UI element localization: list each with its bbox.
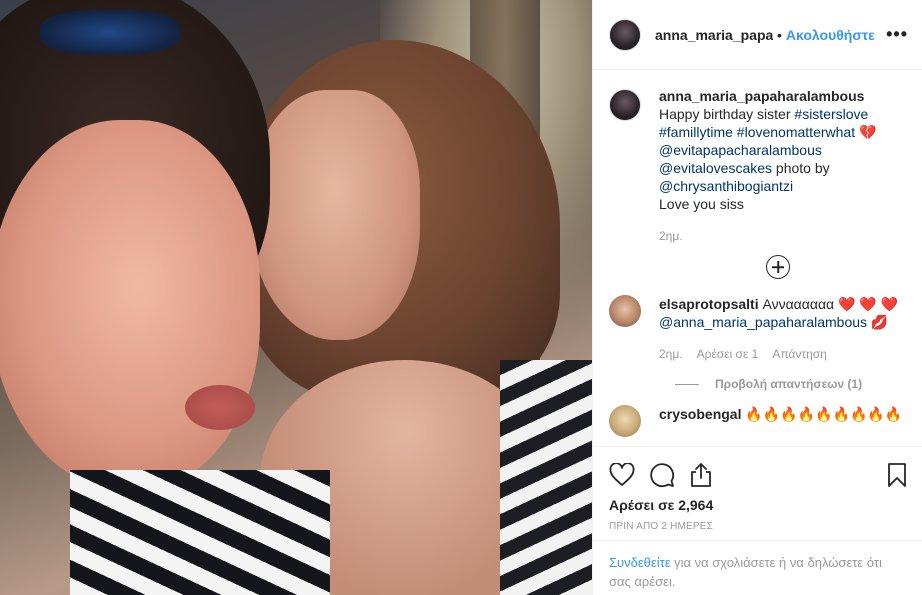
login-link[interactable]: Συνδεθείτε <box>609 555 671 570</box>
post-side-panel: anna_maria_papah: • Ακολουθήστε ••• anna… <box>592 0 922 595</box>
share-icon[interactable] <box>689 462 713 488</box>
comment-likes[interactable]: Αρέσει σε 1 <box>697 345 759 363</box>
kiss-emoji: 💋 <box>870 314 889 330</box>
mention-evitapapacharalambous[interactable]: @evitapapacharalambous <box>659 142 822 158</box>
photo-face-left <box>0 120 260 490</box>
caption-text: Happy birthday sister <box>659 106 795 122</box>
author-avatar[interactable] <box>609 18 641 51</box>
hearts-emoji: ❤️ ❤️ ❤️ <box>838 296 899 312</box>
bookmark-icon[interactable] <box>887 462 907 488</box>
comment-icon[interactable] <box>649 462 675 488</box>
heart-icon[interactable] <box>609 463 635 487</box>
post-photo[interactable] <box>0 0 592 595</box>
hashtag-lovenomatterwhat[interactable]: #lovenomatterwhat <box>737 124 855 140</box>
comment-text: 🔥🔥🔥🔥🔥🔥🔥🔥🔥 <box>741 406 903 422</box>
comment-age[interactable]: 2ημ. <box>659 345 683 363</box>
caption-body: anna_maria_papaharalambous Happy birthda… <box>659 87 907 245</box>
comment-mention[interactable]: @anna_maria_papaharalambous <box>659 314 867 330</box>
commenter-username[interactable]: crysobengal <box>659 406 741 422</box>
login-prompt: Συνδεθείτε για να σχολιάσετε ή να δηλώσε… <box>593 540 922 595</box>
view-replies-label[interactable]: Προβολή απαντήσεων (1) <box>715 377 862 391</box>
load-more-comments[interactable] <box>609 255 907 279</box>
photo-stripes-left <box>70 470 330 595</box>
actions-bar: Αρέσει σε 2,964 ΠΡΙΝ ΑΠΟ 2 ΗΜΕΡΕΣ <box>593 446 922 532</box>
comment-meta: 2ημ. Αρέσει σε 1 Απάντηση <box>659 345 907 363</box>
reply-button[interactable]: Απάντηση <box>772 345 827 363</box>
more-options-icon[interactable]: ••• <box>886 24 908 45</box>
replies-divider <box>675 383 699 385</box>
hashtag-sisterslove[interactable]: #sisterslove <box>794 106 868 122</box>
photo-stripes-right <box>500 360 592 595</box>
comment-body: crysobengal 🔥🔥🔥🔥🔥🔥🔥🔥🔥 <box>659 405 907 423</box>
photo-face-right <box>250 90 420 340</box>
comments-section[interactable]: anna_maria_papaharalambous Happy birthda… <box>593 71 922 446</box>
commenter-avatar[interactable] <box>609 295 641 327</box>
likes-count[interactable]: Αρέσει σε 2,964 <box>609 497 907 513</box>
follow-button[interactable]: Ακολουθήστε <box>786 27 875 43</box>
hashtag-famillytime[interactable]: #famillytime <box>659 124 733 140</box>
caption-photo-by: photo by <box>772 160 830 176</box>
post-header: anna_maria_papah: • Ακολουθήστε ••• <box>593 0 922 70</box>
caption-age[interactable]: 2ημ. <box>659 227 683 245</box>
commenter-username[interactable]: elsaprotopsalti <box>659 296 759 312</box>
separator-dot: • <box>777 26 782 43</box>
comment-body: elsaprotopsalti Ανναααααα ❤️ ❤️ ❤️ @anna… <box>659 295 907 363</box>
caption-username[interactable]: anna_maria_papaharalambous <box>659 88 864 104</box>
commenter-avatar[interactable] <box>609 405 641 437</box>
view-replies-button[interactable]: Προβολή απαντήσεων (1) <box>675 377 907 391</box>
comment-item: elsaprotopsalti Ανναααααα ❤️ ❤️ ❤️ @anna… <box>609 295 907 363</box>
caption-closing: Love you siss <box>659 196 744 212</box>
photo-lips <box>185 385 255 430</box>
caption-avatar[interactable] <box>609 89 641 121</box>
action-icons <box>609 455 907 495</box>
author-username[interactable]: anna_maria_papah: <box>655 27 773 43</box>
mention-chrysanthibogiantzi[interactable]: @chrysanthibogiantzi <box>659 178 793 194</box>
broken-heart-emoji: 💔 <box>858 124 877 140</box>
comment-text: Ανναααααα <box>758 296 839 312</box>
photo-sunglasses <box>40 10 180 55</box>
comment-item: crysobengal 🔥🔥🔥🔥🔥🔥🔥🔥🔥 <box>609 405 907 437</box>
plus-circle-icon[interactable] <box>766 255 790 279</box>
caption: anna_maria_papaharalambous Happy birthda… <box>609 87 907 245</box>
post-timestamp[interactable]: ΠΡΙΝ ΑΠΟ 2 ΗΜΕΡΕΣ <box>609 521 907 532</box>
mention-evitalovescakes[interactable]: @evitalovescakes <box>659 160 772 176</box>
caption-meta: 2ημ. <box>659 227 907 245</box>
